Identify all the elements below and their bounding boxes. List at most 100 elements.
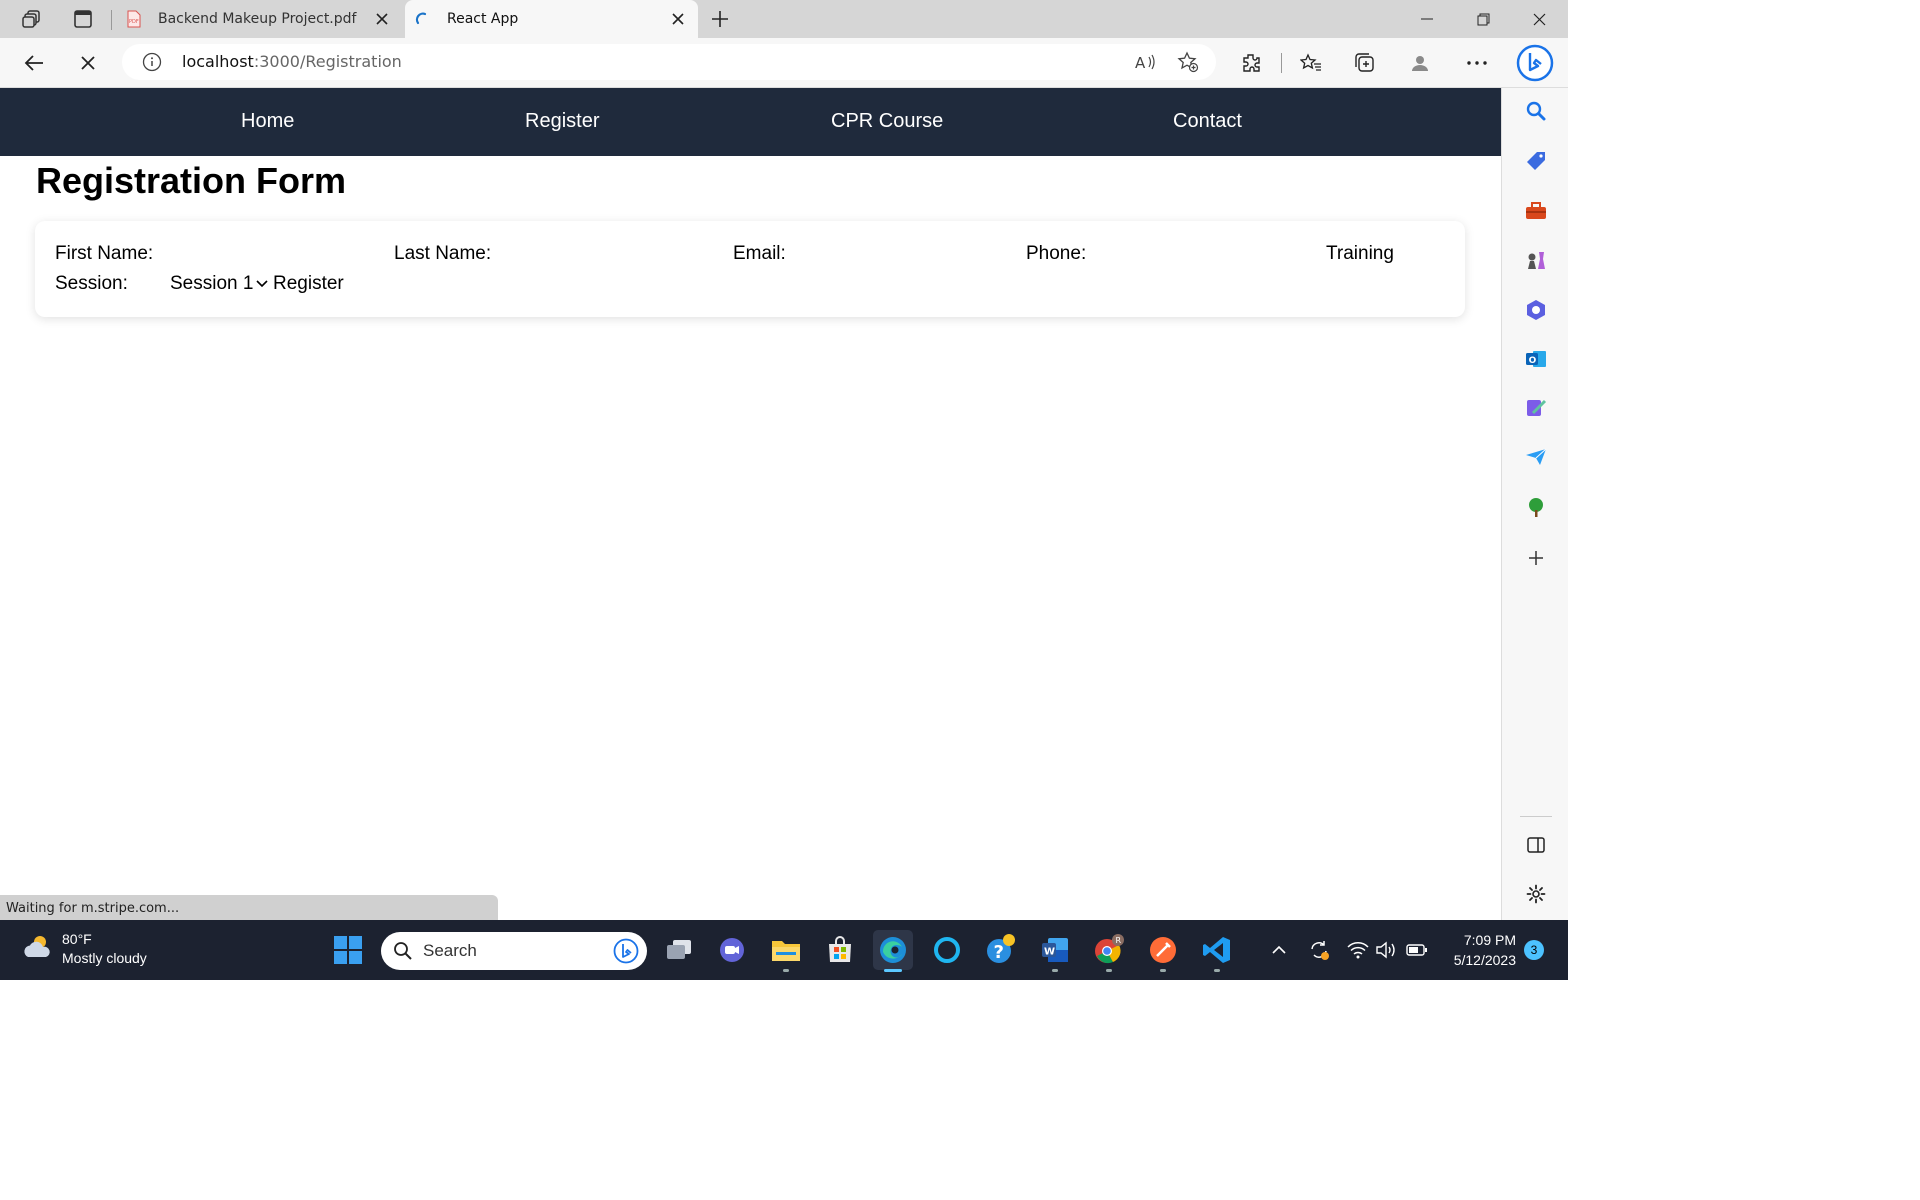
running-indicator <box>884 969 902 972</box>
outlook-icon[interactable]: O <box>1522 345 1550 373</box>
search-icon[interactable] <box>1522 97 1550 125</box>
svg-text:?: ? <box>994 942 1004 963</box>
sidebar-divider <box>1520 816 1552 817</box>
bing-icon <box>613 938 639 964</box>
tab-react-app[interactable]: React App <box>405 0 698 38</box>
get-help-icon[interactable]: ? <box>981 930 1021 970</box>
edge-browser-icon[interactable] <box>873 930 913 972</box>
restore-icon[interactable] <box>1455 0 1511 38</box>
phone-label: Phone: <box>1026 243 1087 264</box>
system-clock[interactable]: 7:09 PM 5/12/2023 <box>1440 930 1516 970</box>
favorites-icon[interactable] <box>1294 47 1328 79</box>
vscode-icon[interactable] <box>1197 930 1237 972</box>
svg-text:R: R <box>1116 936 1122 945</box>
site-info-icon[interactable] <box>140 50 164 74</box>
weather-text: 80°F Mostly cloudy <box>62 930 147 968</box>
teams-chat-icon[interactable] <box>712 930 752 970</box>
loading-spinner-icon <box>415 11 431 27</box>
add-favorite-icon[interactable] <box>1175 50 1201 74</box>
read-aloud-icon[interactable]: A <box>1132 50 1158 74</box>
running-indicator <box>1160 969 1166 972</box>
clock-date: 5/12/2023 <box>1453 952 1516 968</box>
chevron-down-icon <box>256 278 269 290</box>
more-options-icon[interactable] <box>1460 47 1494 79</box>
shopping-tag-icon[interactable] <box>1522 147 1550 175</box>
running-indicator <box>1214 969 1220 972</box>
add-icon[interactable] <box>1522 544 1550 572</box>
close-window-icon[interactable] <box>1511 0 1567 38</box>
profile-icon[interactable] <box>1403 47 1437 79</box>
stop-loading-icon[interactable] <box>71 47 105 79</box>
split-screen-icon[interactable] <box>1522 831 1550 859</box>
url-host: localhost <box>182 52 254 71</box>
tab-title: Backend Makeup Project.pdf <box>158 11 357 27</box>
training-label: Training <box>1326 243 1394 264</box>
tree-icon[interactable] <box>1522 493 1550 521</box>
svg-text:PDF: PDF <box>129 19 139 25</box>
tab-title: React App <box>447 11 519 27</box>
register-button[interactable]: Register <box>273 273 344 295</box>
file-explorer-icon[interactable] <box>766 930 806 972</box>
office-icon[interactable] <box>1522 296 1550 324</box>
nav-contact[interactable]: Contact <box>1173 110 1242 133</box>
weather-widget[interactable]: 80°F Mostly cloudy <box>22 930 147 968</box>
tab-pdf[interactable]: PDF Backend Makeup Project.pdf <box>116 0 402 38</box>
nav-cpr-course[interactable]: CPR Course <box>831 110 943 133</box>
microsoft-store-icon[interactable] <box>820 930 860 970</box>
session-select-value: Session 1 <box>170 273 254 294</box>
running-indicator <box>1052 969 1058 972</box>
collections-icon[interactable] <box>1348 47 1382 79</box>
svg-text:W: W <box>1044 947 1055 958</box>
designer-icon[interactable] <box>1522 394 1550 422</box>
search-icon <box>393 941 413 961</box>
vertical-tabs-icon[interactable] <box>68 5 98 33</box>
url-text[interactable]: localhost:3000/Registration <box>182 52 402 71</box>
address-bar[interactable]: localhost:3000/Registration A <box>122 44 1216 80</box>
toolbar-separator <box>1281 53 1282 73</box>
taskbar-search[interactable]: Search <box>381 932 647 970</box>
workspaces-icon[interactable] <box>17 5 47 33</box>
wifi-icon[interactable] <box>1346 938 1370 962</box>
registration-form: First Name: Last Name: Email: Phone: Tra… <box>35 221 1465 317</box>
last-name-label: Last Name: <box>394 243 492 264</box>
notification-badge[interactable]: 3 <box>1524 940 1544 960</box>
weather-description: Mostly cloudy <box>62 950 147 966</box>
windows-taskbar: 80°F Mostly cloudy Search ? W R 7:09 PM … <box>0 920 1568 980</box>
word-icon[interactable]: W <box>1035 930 1075 972</box>
site-navbar: Home Register CPR Course Contact <box>0 88 1501 156</box>
clock-time: 7:09 PM <box>1463 932 1516 948</box>
new-tab-icon[interactable] <box>705 5 735 33</box>
chevron-up-icon[interactable] <box>1267 938 1291 962</box>
minimize-icon[interactable] <box>1399 0 1455 38</box>
chrome-icon[interactable]: R <box>1089 930 1129 972</box>
weather-temp: 80°F <box>62 931 92 947</box>
volume-icon[interactable] <box>1374 938 1398 962</box>
extensions-icon[interactable] <box>1234 47 1268 79</box>
tools-icon[interactable] <box>1522 197 1550 225</box>
send-icon[interactable] <box>1522 443 1550 471</box>
bing-chat-icon[interactable] <box>1514 42 1556 84</box>
back-icon[interactable] <box>17 47 51 79</box>
pdf-icon: PDF <box>126 10 142 28</box>
settings-icon[interactable] <box>1522 880 1550 908</box>
tab-strip: PDF Backend Makeup Project.pdf React App <box>0 0 1568 38</box>
close-icon[interactable] <box>668 9 688 29</box>
nav-register[interactable]: Register <box>525 110 599 133</box>
status-bar: Waiting for m.stripe.com... <box>0 895 498 920</box>
session-select[interactable]: Session 1 <box>170 273 269 295</box>
page-title: Registration Form <box>36 160 347 201</box>
svg-text:O: O <box>1529 356 1537 366</box>
start-button[interactable] <box>328 930 368 970</box>
running-indicator <box>1106 969 1112 972</box>
task-view-icon[interactable] <box>659 930 699 970</box>
svg-text:A: A <box>1135 54 1146 71</box>
nav-home[interactable]: Home <box>241 110 294 133</box>
games-icon[interactable] <box>1522 246 1550 274</box>
battery-icon[interactable] <box>1405 938 1429 962</box>
postman-icon[interactable] <box>1143 930 1183 972</box>
url-path: :3000/Registration <box>253 52 402 71</box>
close-icon[interactable] <box>372 9 392 29</box>
cloudy-weather-icon <box>22 933 54 966</box>
sync-icon[interactable] <box>1307 938 1331 962</box>
cortana-icon[interactable] <box>927 930 967 970</box>
